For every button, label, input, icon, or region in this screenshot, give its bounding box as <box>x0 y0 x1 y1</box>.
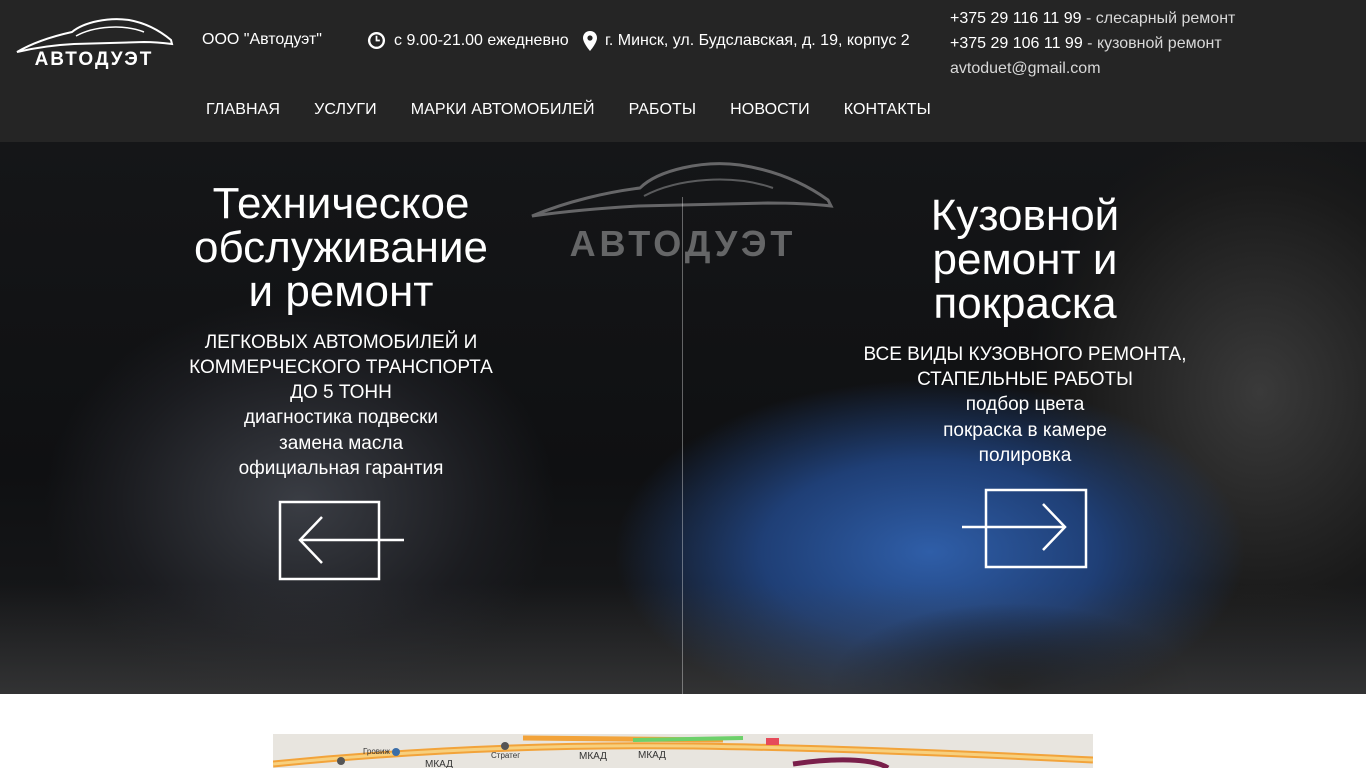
email-line: avtoduet@gmail.com <box>950 56 1235 81</box>
maintenance-arrow-button[interactable] <box>278 500 406 582</box>
map-label: МКАД <box>579 751 607 762</box>
nav-item-contacts[interactable]: КОНТАКТЫ <box>844 101 931 119</box>
maintenance-subtitle: ЛЕГКОВЫХ АВТОМОБИЛЕЙ И КОММЕРЧЕСКОГО ТРА… <box>150 330 532 405</box>
hero-divider <box>682 197 683 694</box>
bodywork-subtitle: ВСЕ ВИДЫ КУЗОВНОГО РЕМОНТА, СТАПЕЛЬНЫЕ Р… <box>835 342 1215 392</box>
map-label: Стратег <box>491 751 520 760</box>
map-poi-icon <box>501 742 509 750</box>
subtitle-line: ЛЕГКОВЫХ АВТОМОБИЛЕЙ И <box>204 332 478 353</box>
title-line: ремонт и <box>932 235 1118 284</box>
hero-banner: АВТОДУЭТ Техническое обслуживание и ремо… <box>0 142 1366 694</box>
feature-item: полировка <box>978 445 1072 466</box>
clock-icon <box>367 31 386 50</box>
hero-logo-watermark: АВТОДУЭТ <box>531 162 834 264</box>
phone-link-1[interactable]: +375 29 116 11 99 <box>950 10 1082 27</box>
feature-item: официальная гарантия <box>238 458 444 479</box>
bodywork-arrow-button[interactable] <box>962 488 1090 570</box>
working-hours: с 9.00-21.00 ежедневно <box>367 31 569 50</box>
address: г. Минск, ул. Будславская, д. 19, корпус… <box>583 31 910 51</box>
service-column-bodywork: Кузовной ремонт и покраска ВСЕ ВИДЫ КУЗО… <box>835 194 1215 469</box>
title-line: Кузовной <box>930 191 1120 240</box>
service-column-maintenance: Техническое обслуживание и ремонт ЛЕГКОВ… <box>150 182 532 482</box>
location-pin-icon <box>583 31 597 51</box>
phone-link-2[interactable]: +375 29 106 11 99 <box>950 35 1083 52</box>
map-graphic: МКАД МКАД МКАД Стратег Гровиж <box>273 734 1093 768</box>
title-line: и ремонт <box>248 267 434 316</box>
title-line: покраска <box>933 279 1117 328</box>
hero-floor-shade <box>0 584 1366 694</box>
arrow-left-icon <box>298 516 404 564</box>
title-line: Техническое <box>212 179 470 228</box>
subtitle-line: ДО 5 ТОНН <box>290 382 392 403</box>
nav-item-car-brands[interactable]: МАРКИ АВТОМОБИЛЕЙ <box>411 101 595 119</box>
watermark-text: АВТОДУЭТ <box>570 223 797 264</box>
arrow-right-icon <box>962 503 1067 551</box>
nav-item-services[interactable]: УСЛУГИ <box>314 101 377 119</box>
hours-text: с 9.00-21.00 ежедневно <box>394 31 569 49</box>
subtitle-line: КОММЕРЧЕСКОГО ТРАНСПОРТА <box>189 357 493 378</box>
nav-item-home[interactable]: ГЛАВНАЯ <box>206 101 280 119</box>
email-link[interactable]: avtoduet@gmail.com <box>950 60 1101 77</box>
arrow-frame <box>984 488 1088 569</box>
map-pin-icon <box>337 757 345 765</box>
address-text: г. Минск, ул. Будславская, д. 19, корпус… <box>605 32 910 49</box>
subtitle-line: СТАПЕЛЬНЫЕ РАБОТЫ <box>917 369 1133 390</box>
maintenance-features: диагностика подвески замена масла официа… <box>150 405 532 482</box>
bodywork-title[interactable]: Кузовной ремонт и покраска <box>835 194 1215 326</box>
nav-item-news[interactable]: НОВОСТИ <box>730 101 810 119</box>
maintenance-title[interactable]: Техническое обслуживание и ремонт <box>150 182 532 314</box>
phone-desc-1: - слесарный ремонт <box>1081 10 1236 27</box>
company-name: ООО "Автодуэт" <box>202 31 322 48</box>
subtitle-line: ВСЕ ВИДЫ КУЗОВНОГО РЕМОНТА, <box>863 344 1187 365</box>
main-nav: ГЛАВНАЯ УСЛУГИ МАРКИ АВТОМОБИЛЕЙ РАБОТЫ … <box>206 101 931 119</box>
logo-text: АВТОДУЭТ <box>35 49 154 70</box>
feature-item: покраска в камере <box>943 419 1107 441</box>
feature-item: замена масла <box>278 432 404 454</box>
map-label: МКАД <box>425 759 453 768</box>
nav-item-works[interactable]: РАБОТЫ <box>629 101 697 119</box>
bodywork-features: подбор цвета покраска в камере полировка <box>835 392 1215 469</box>
phone-desc-2: - кузовной ремонт <box>1082 35 1222 52</box>
title-line: обслуживание <box>193 223 489 272</box>
map-label: Гровиж <box>363 747 391 756</box>
company-logo[interactable]: АВТОДУЭТ <box>14 12 174 70</box>
contacts-block: +375 29 116 11 99 - слесарный ремонт +37… <box>950 6 1235 81</box>
site-header: АВТОДУЭТ ООО "Автодуэт" с 9.00-21.00 еже… <box>0 0 1366 142</box>
location-map[interactable]: МКАД МКАД МКАД Стратег Гровиж <box>273 734 1093 768</box>
feature-item: подбор цвета <box>965 394 1085 415</box>
map-poi-icon <box>392 748 400 756</box>
phone-line-2: +375 29 106 11 99 - кузовной ремонт <box>950 31 1235 56</box>
map-label: МКАД <box>638 750 666 761</box>
phone-line-1: +375 29 116 11 99 - слесарный ремонт <box>950 6 1235 31</box>
feature-item: диагностика подвески <box>243 407 439 428</box>
